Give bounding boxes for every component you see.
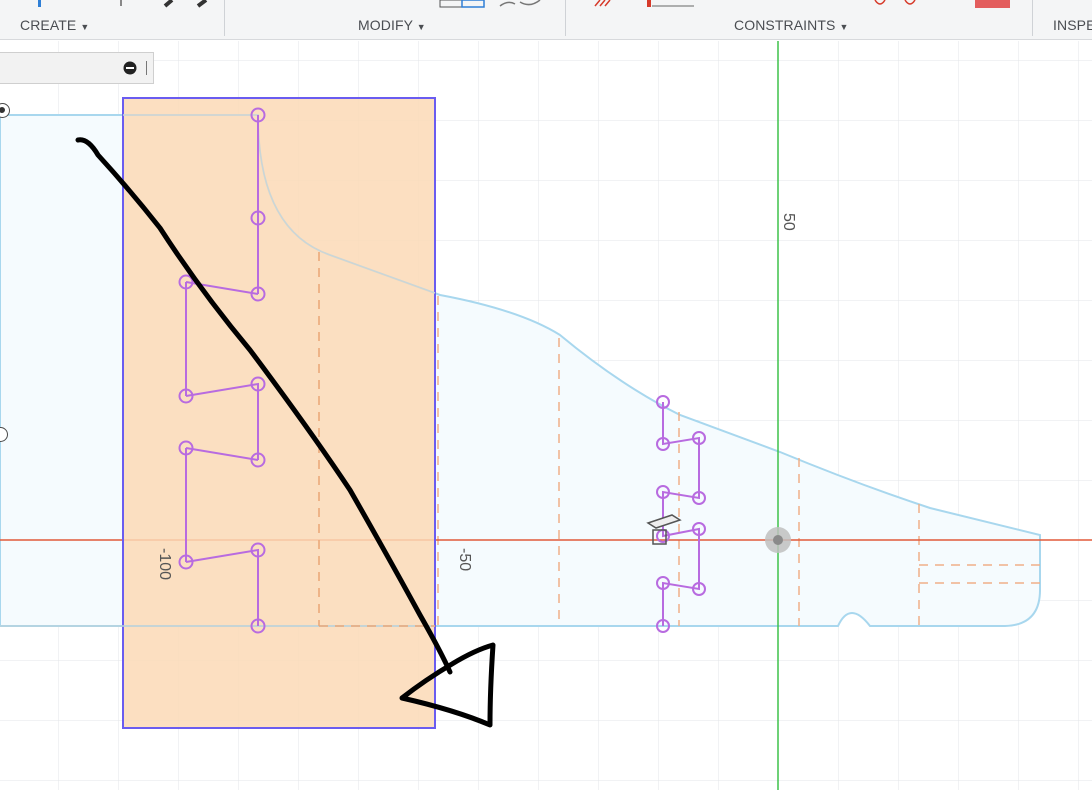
- browser-panel-header[interactable]: [0, 52, 154, 84]
- toolbar-separator: [565, 0, 566, 36]
- sketch-canvas[interactable]: [0, 41, 1092, 790]
- toolbar-separator: [224, 0, 225, 36]
- selection-rectangle[interactable]: [122, 97, 436, 729]
- chevron-down-icon: ▼: [80, 22, 90, 32]
- origin-point-icon[interactable]: [765, 527, 791, 553]
- toolbar-icon-fragments: [38, 0, 1010, 8]
- inspect-menu[interactable]: INSPE: [1053, 17, 1092, 33]
- axis-label-y-50: 50: [780, 213, 797, 231]
- chevron-down-icon: ▼: [416, 22, 426, 32]
- modify-menu[interactable]: MODIFY ▼: [358, 17, 426, 33]
- modify-menu-label: MODIFY: [358, 17, 413, 33]
- create-menu-label: CREATE: [20, 17, 77, 33]
- axis-label-x-neg100: -100: [156, 548, 173, 581]
- minus-circle-icon[interactable]: [123, 61, 137, 75]
- constraints-menu-label: CONSTRAINTS: [734, 17, 836, 33]
- toolbar: CREATE ▼ MODIFY ▼ CONSTRAINTS ▼ INSPE: [0, 0, 1092, 40]
- chevron-down-icon: ▼: [839, 22, 849, 32]
- create-menu[interactable]: CREATE ▼: [20, 17, 89, 33]
- panel-divider: [146, 61, 147, 75]
- inspect-menu-label: INSPE: [1053, 17, 1092, 33]
- constraints-menu[interactable]: CONSTRAINTS ▼: [734, 17, 848, 33]
- toolbar-separator: [1032, 0, 1033, 36]
- axis-label-x-neg50: -50: [456, 548, 473, 572]
